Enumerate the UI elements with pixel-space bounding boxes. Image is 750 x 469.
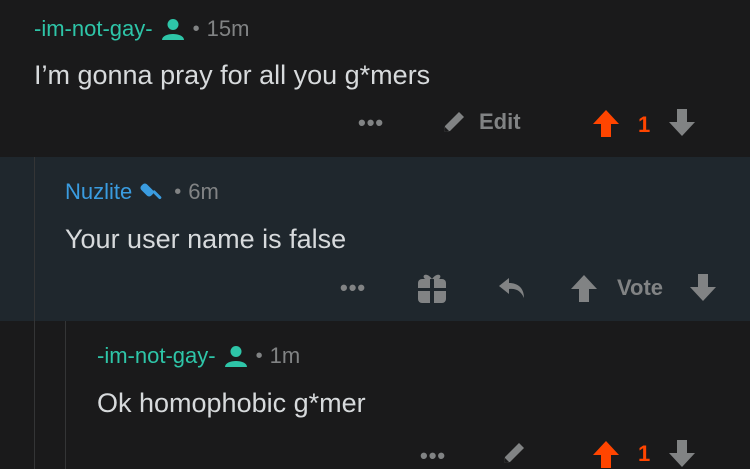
more-button[interactable]: ••• [340,275,366,301]
timestamp[interactable]: 15m [207,16,250,42]
downvote-button[interactable] [689,273,717,303]
separator: • [255,344,263,367]
more-button[interactable]: ••• [420,443,446,469]
comment-body: Your user name is false [65,224,347,254]
award-button[interactable] [417,272,447,304]
arrow-up-icon [570,273,598,303]
timestamp[interactable]: 6m [188,179,219,205]
comment-body: I’m gonna pray for all you g*mers [34,60,431,90]
upvote-button[interactable] [570,273,598,303]
separator: • [192,17,200,40]
comment-meta: -im-not-gay- • 15m [34,14,249,44]
user-icon [161,17,185,41]
comment-meta: -im-not-gay- • 1m [97,341,300,371]
arrow-down-icon [668,439,696,469]
downvote-button[interactable] [668,439,696,469]
reply-button[interactable] [498,275,526,301]
arrow-down-icon [668,108,696,138]
comment-2: Nuzlite • 6m Your user name is false •••… [0,157,750,321]
vote-count: 1 [638,112,651,137]
author-name[interactable]: -im-not-gay- [97,343,216,369]
arrow-down-icon [689,273,717,303]
edit-button[interactable]: Edit [440,108,521,136]
vote-count: 1 [638,441,651,466]
reply-icon [498,275,526,301]
thread-line[interactable] [34,321,35,469]
separator: • [174,180,182,203]
comment-body: Ok homophobic g*mer [97,388,366,418]
arrow-up-icon [592,439,620,469]
upvote-button[interactable] [592,439,620,469]
author-name[interactable]: Nuzlite [65,179,132,205]
pencil-icon [500,439,528,467]
more-button[interactable]: ••• [358,110,384,136]
upvote-button[interactable] [592,108,620,138]
comment-1: -im-not-gay- • 15m I’m gonna pray for al… [0,0,750,157]
downvote-button[interactable] [668,108,696,138]
timestamp[interactable]: 1m [270,343,301,369]
user-icon [224,344,248,368]
comment-3: -im-not-gay- • 1m Ok homophobic g*mer ••… [0,321,750,469]
thread-line[interactable] [65,321,66,469]
pencil-icon [440,108,468,136]
edit-button[interactable] [500,439,528,467]
thread-line[interactable] [34,157,35,321]
edit-label: Edit [479,109,521,134]
gift-icon [417,272,447,304]
vote-label: Vote [617,275,664,300]
comment-meta: Nuzlite • 6m [65,177,219,207]
arrow-up-icon [592,108,620,138]
author-name[interactable]: -im-not-gay- [34,16,153,42]
broom-icon [140,179,166,205]
